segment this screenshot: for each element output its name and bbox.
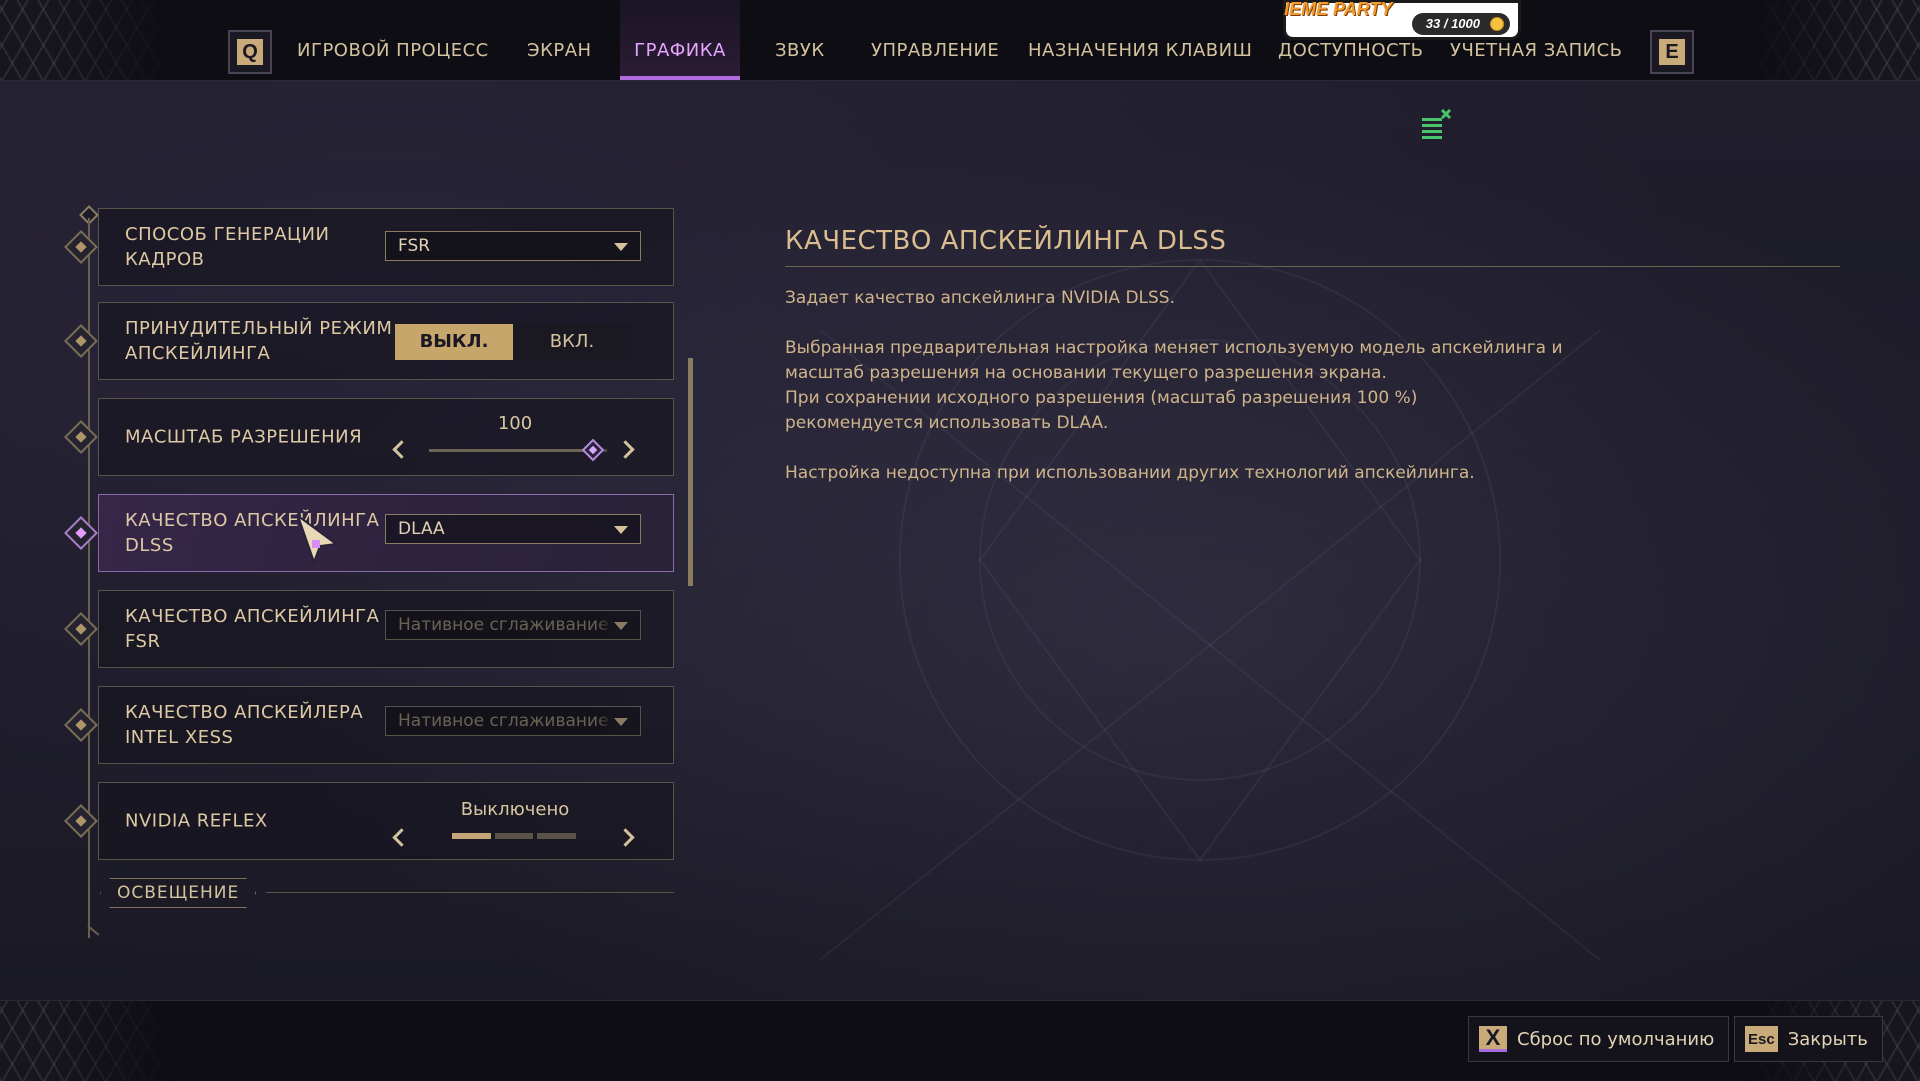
setting-row-xess-quality[interactable]: КАЧЕСТВО АПСКЕЙЛЕРА INTEL XESS Нативное … (64, 686, 674, 764)
slider-fill (429, 449, 593, 452)
setting-label: МАСШТАБ РАЗРЕШЕНИЯ (125, 426, 363, 448)
close-button[interactable]: Esc Закрыть (1734, 1016, 1883, 1062)
frame-generation-dropdown[interactable]: FSR (385, 231, 641, 261)
coin-icon (1490, 17, 1504, 31)
toggle-option-on[interactable]: ВКЛ. (513, 324, 631, 360)
section-header-lighting[interactable]: ОСВЕЩЕНИЕ (100, 878, 256, 908)
description-line: масштаб разрешения на основании текущего… (785, 363, 1387, 383)
chevron-down-icon (614, 718, 628, 726)
slider-thumb[interactable] (581, 438, 605, 462)
description-line: Выбранная предварительная настройка меня… (785, 338, 1563, 358)
setting-row-frame-generation[interactable]: СПОСОБ ГЕНЕРАЦИИ КАДРОВ FSR (64, 208, 674, 286)
mouse-cursor-icon (296, 514, 339, 565)
toggle-option-off[interactable]: ВЫКЛ. (395, 324, 513, 360)
xess-quality-dropdown: Нативное сглаживание (385, 706, 641, 736)
ornament-pattern-right (1750, 0, 1920, 80)
resolution-scale-slider[interactable] (429, 438, 607, 462)
description-line: Задает качество апскейлинга NVIDIA DLSS. (785, 288, 1175, 308)
stepper-segment (537, 833, 577, 839)
stepper-segment (452, 833, 491, 839)
event-title: IEME PARTY (1284, 0, 1393, 19)
tab-gameplay[interactable]: ИГРОВОЙ ПРОЦЕСС (297, 0, 489, 80)
forced-upscaling-toggle[interactable]: ВЫКЛ. ВКЛ. (395, 324, 631, 360)
checklist-icon[interactable] (1420, 108, 1454, 142)
ornament-pattern-left (0, 0, 170, 80)
settings-scrollbar[interactable] (688, 358, 693, 586)
setting-label: СПОСОБ ГЕНЕРАЦИИ КАДРОВ (125, 224, 330, 270)
dropdown-value: Нативное сглаживание (398, 615, 609, 635)
resolution-scale-value: 100 (497, 413, 533, 434)
chevron-down-icon (614, 526, 628, 534)
prev-tab-key[interactable]: Q (228, 30, 272, 74)
x-key-icon: X (1479, 1025, 1507, 1052)
setting-row-nvidia-reflex[interactable]: NVIDIA REFLEX Выключено (64, 782, 674, 860)
chevron-down-icon (614, 243, 628, 251)
description-title: КАЧЕСТВО АПСКЕЙЛИНГА DLSS (785, 226, 1840, 267)
description-body: Задает качество апскейлинга NVIDIA DLSS.… (785, 286, 1685, 486)
chevron-left-icon[interactable] (392, 440, 411, 459)
chevron-right-icon[interactable] (616, 828, 635, 847)
description-line: При сохранении исходного разрешения (мас… (785, 388, 1418, 408)
event-counter-text: 33 / 1000 (1425, 16, 1480, 31)
tab-graphics[interactable]: ГРАФИКА (620, 0, 740, 80)
setting-label: КАЧЕСТВО АПСКЕЙЛИНГА DLSS (125, 510, 380, 556)
dropdown-value: Нативное сглаживание (398, 711, 609, 731)
description-line: Настройка недоступна при использовании д… (785, 463, 1475, 483)
stepper-segment (494, 833, 534, 839)
chevron-down-icon (614, 622, 628, 630)
ornament-pattern-left (0, 1001, 170, 1081)
setting-label: КАЧЕСТВО АПСКЕЙЛЕРА INTEL XESS (125, 702, 364, 748)
event-progress-widget: IEME PARTY 33 / 1000 (1283, 0, 1521, 40)
next-tab-key[interactable]: E (1650, 30, 1694, 74)
dlss-quality-dropdown[interactable]: DLAA (385, 514, 641, 544)
nvidia-reflex-stepper[interactable] (452, 833, 577, 839)
description-line: рекомендуется использовать DLAA. (785, 413, 1109, 433)
setting-row-resolution-scale[interactable]: МАСШТАБ РАЗРЕШЕНИЯ 100 (64, 398, 674, 476)
close-label: Закрыть (1787, 1028, 1868, 1050)
top-bar: Q ИГРОВОЙ ПРОЦЕСС ЭКРАН ГРАФИКА ЗВУК УПР… (0, 0, 1920, 81)
event-counter: 33 / 1000 (1411, 13, 1510, 35)
chevron-left-icon[interactable] (392, 828, 411, 847)
section-divider (266, 892, 674, 893)
tab-audio[interactable]: ЗВУК (775, 0, 825, 80)
tab-display[interactable]: ЭКРАН (527, 0, 592, 80)
tab-controls[interactable]: УПРАВЛЕНИЕ (871, 0, 999, 80)
esc-key-icon: Esc (1745, 1026, 1778, 1052)
dropdown-value: FSR (398, 236, 431, 256)
setting-row-dlss-quality[interactable]: КАЧЕСТВО АПСКЕЙЛИНГА DLSS DLAA (64, 494, 674, 572)
nvidia-reflex-value: Выключено (460, 799, 570, 820)
setting-row-fsr-quality[interactable]: КАЧЕСТВО АПСКЕЙЛИНГА FSR Нативное сглажи… (64, 590, 674, 668)
setting-label: ПРИНУДИТЕЛЬНЫЙ РЕЖИМ АПСКЕЙЛИНГА (125, 318, 393, 364)
e-key-icon: E (1659, 39, 1685, 65)
tab-keybindings[interactable]: НАЗНАЧЕНИЯ КЛАВИШ (1028, 0, 1252, 80)
setting-label: КАЧЕСТВО АПСКЕЙЛИНГА FSR (125, 606, 380, 652)
dropdown-value: DLAA (398, 519, 445, 539)
setting-label: NVIDIA REFLEX (125, 810, 268, 832)
q-key-icon: Q (237, 39, 263, 65)
reset-defaults-button[interactable]: X Сброс по умолчанию (1468, 1016, 1730, 1062)
reset-defaults-label: Сброс по умолчанию (1517, 1028, 1715, 1050)
fsr-quality-dropdown: Нативное сглаживание (385, 610, 641, 640)
setting-row-forced-upscaling[interactable]: ПРИНУДИТЕЛЬНЫЙ РЕЖИМ АПСКЕЙЛИНГА ВЫКЛ. В… (64, 302, 674, 380)
chevron-right-icon[interactable] (616, 440, 635, 459)
